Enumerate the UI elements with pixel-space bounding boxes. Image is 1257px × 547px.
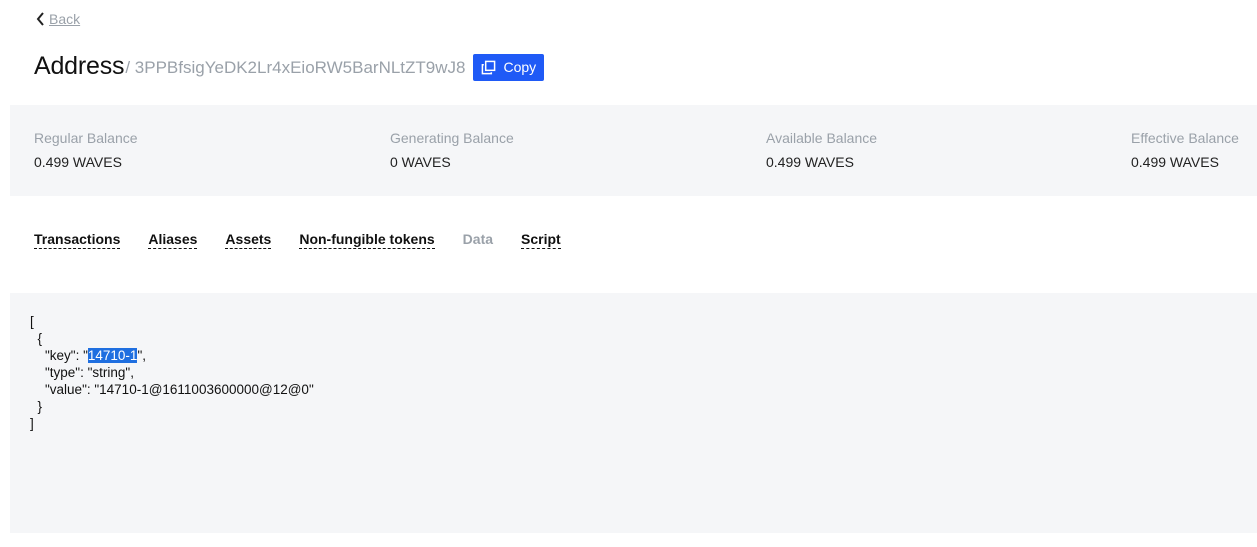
address-value: 3PPBfsigYeDK2Lr4xEioRW5BarNLtZT9wJ8 [134,58,466,77]
tab-aliases[interactable]: Aliases [148,231,198,249]
page-title: Address [34,52,125,80]
data-json[interactable]: [ { "key": "14710-1", "type": "string", … [30,313,314,432]
generating-balance-label: Generating Balance [390,130,514,146]
tab-non-fungible-tokens[interactable]: Non-fungible tokens [299,231,435,249]
back-link[interactable]: Back [35,11,80,27]
available-balance-value: 0.499 WAVES [766,154,854,170]
address-text: / 3PPBfsigYeDK2Lr4xEioRW5BarNLtZT9wJ8 [125,58,465,78]
chevron-left-icon [36,12,44,26]
copy-icon [482,60,496,74]
regular-balance-label: Regular Balance [34,130,138,146]
address-separator: / [125,58,131,77]
copy-button[interactable]: Copy [473,53,545,81]
page-header: Address / 3PPBfsigYeDK2Lr4xEioRW5BarNLtZ… [34,52,545,81]
regular-balance: Regular Balance 0.499 WAVES [34,130,138,170]
available-balance: Available Balance 0.499 WAVES [766,130,877,170]
tab-script[interactable]: Script [521,231,561,249]
back-label[interactable]: Back [49,11,80,27]
data-type-value: string [92,365,126,380]
generating-balance-value: 0 WAVES [390,154,451,170]
balances-panel: Regular Balance 0.499 WAVES Generating B… [10,105,1257,196]
generating-balance: Generating Balance 0 WAVES [390,130,514,170]
copy-label: Copy [503,59,537,75]
available-balance-label: Available Balance [766,130,878,146]
tab-data[interactable]: Data [463,231,493,249]
tab-transactions[interactable]: Transactions [34,231,121,249]
address-tabs: Transactions Aliases Assets Non-fungible… [34,231,561,249]
tab-assets[interactable]: Assets [225,231,272,249]
effective-balance: Effective Balance 0.499 WAVES [1131,130,1239,170]
effective-balance-value: 0.499 WAVES [1131,154,1219,170]
data-panel: [ { "key": "14710-1", "type": "string", … [10,293,1257,533]
selected-key-value: 14710-1 [87,348,138,363]
data-value-value: 14710-1@1611003600000@12@0 [99,382,309,397]
regular-balance-value: 0.499 WAVES [34,154,122,170]
effective-balance-label: Effective Balance [1131,130,1239,146]
